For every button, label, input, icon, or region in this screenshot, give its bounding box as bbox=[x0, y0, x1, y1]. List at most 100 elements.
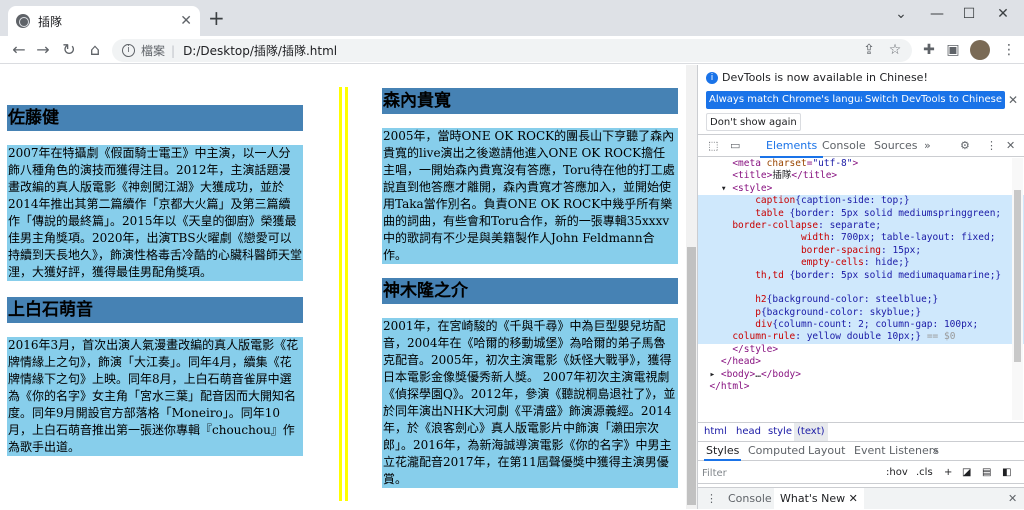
code-line[interactable]: h2{background-color: steelblue;} bbox=[698, 294, 1024, 307]
css-declaration: {background-color: steelblue;} bbox=[766, 294, 939, 306]
avatar[interactable] bbox=[970, 40, 990, 60]
device-icon[interactable]: ▭ bbox=[730, 135, 740, 157]
code-attr-value: "utf-8" bbox=[812, 158, 853, 169]
puzzle-icon[interactable]: ✚ bbox=[918, 40, 940, 60]
css-selector: width bbox=[800, 232, 830, 244]
browser-tab[interactable]: 插隊 ✕ bbox=[8, 6, 200, 36]
crumb-html[interactable]: html bbox=[704, 423, 727, 441]
code-line[interactable]: border-spacing: 15px; bbox=[698, 244, 1024, 258]
close-window-icon[interactable]: ✕ bbox=[988, 4, 1018, 24]
tab-event-listeners[interactable]: Event Listeners bbox=[854, 442, 939, 460]
code-tag: <meta bbox=[732, 158, 767, 169]
close-icon[interactable]: ✕ bbox=[1008, 93, 1018, 107]
tab-console[interactable]: Console bbox=[822, 135, 866, 157]
code-line[interactable]: width: 700px; table-layout: fixed; bbox=[698, 232, 1024, 245]
sidepanel-icon[interactable]: ▣ bbox=[942, 40, 964, 60]
code-line[interactable]: table {border: 5px solid mediumspringgre… bbox=[698, 207, 1024, 220]
scrollbar-thumb[interactable] bbox=[687, 247, 696, 505]
info-icon[interactable]: i bbox=[122, 44, 135, 57]
scrollbar-thumb[interactable] bbox=[1014, 190, 1021, 362]
kebab-icon[interactable]: ⋮ bbox=[706, 488, 717, 510]
match-language-button[interactable]: Always match Chrome's language bbox=[706, 91, 882, 109]
css-selector: column-rule bbox=[732, 331, 796, 343]
tab-sources[interactable]: Sources bbox=[874, 135, 918, 157]
paint-icon[interactable]: ◪ bbox=[962, 465, 971, 481]
minimize-icon[interactable]: — bbox=[922, 4, 952, 24]
dont-show-button[interactable]: Don't show again bbox=[706, 113, 801, 131]
address-url: D:/Desktop/插隊/插隊.html bbox=[183, 44, 338, 58]
crumb-head[interactable]: head bbox=[736, 423, 761, 441]
code-line[interactable]: ▸ <body>…</body> bbox=[698, 369, 1024, 381]
code-line[interactable]: <meta charset="utf-8"> bbox=[698, 158, 1024, 170]
tab-computed[interactable]: Computed bbox=[748, 442, 805, 460]
right-column: 森內貴寬 2005年，當時ONE OK ROCK的團長山下亨聽了森內貴寬的liv… bbox=[382, 88, 678, 488]
person-paragraph: 2016年3月，首次出演人氣漫畫改編的真人版電影《花牌情緣上之句》，飾演「大江奏… bbox=[7, 337, 303, 456]
elements-tree[interactable]: <meta charset="utf-8"> <title>插隊</title>… bbox=[698, 158, 1024, 420]
crumb-style[interactable]: style bbox=[768, 423, 792, 441]
code-line[interactable]: p{background-color: skyblue;} bbox=[698, 306, 1024, 320]
tab-more[interactable]: » bbox=[924, 135, 931, 157]
close-icon[interactable]: ✕ bbox=[180, 13, 192, 29]
close-icon[interactable]: ✕ bbox=[1008, 488, 1017, 510]
elements-scrollbar[interactable] bbox=[1012, 158, 1023, 420]
computed-toggle-icon[interactable]: ▤ bbox=[982, 465, 991, 481]
close-icon[interactable]: ✕ bbox=[1006, 135, 1015, 157]
code-line[interactable]: div{column-count: 2; column-gap: 100px; bbox=[698, 319, 1024, 332]
tab-elements[interactable]: Elements bbox=[759, 135, 824, 158]
address-label: 檔案 bbox=[141, 44, 166, 58]
home-icon[interactable]: ⌂ bbox=[84, 39, 106, 61]
switch-chinese-button[interactable]: Switch DevTools to Chinese bbox=[862, 91, 1005, 109]
code-line[interactable]: ▾ <style> bbox=[698, 183, 1024, 195]
close-icon[interactable]: ✕ bbox=[849, 492, 858, 505]
share-icon[interactable]: ⇪ bbox=[858, 40, 880, 60]
code-line[interactable]: empty-cells: hide;} bbox=[698, 257, 1024, 270]
css-declaration: : separate; bbox=[818, 219, 882, 231]
reload-icon[interactable]: ↻ bbox=[58, 39, 80, 61]
code-line[interactable]: </html> bbox=[698, 381, 1024, 393]
css-selector: border-spacing bbox=[800, 244, 882, 256]
css-selector: th,td bbox=[755, 269, 784, 281]
sidebar-toggle-icon[interactable]: ◧ bbox=[1002, 465, 1011, 481]
address-separator: | bbox=[171, 43, 176, 58]
code-line[interactable]: </style> bbox=[698, 344, 1024, 356]
new-tab-button[interactable]: + bbox=[208, 8, 225, 28]
filter-input[interactable] bbox=[702, 465, 872, 481]
drawer-tab-console[interactable]: Console bbox=[728, 488, 772, 510]
person-heading: 神木隆之介 bbox=[382, 278, 678, 304]
back-icon[interactable]: ← bbox=[8, 39, 30, 61]
kebab-icon[interactable]: ⋮ bbox=[986, 135, 997, 157]
star-icon[interactable]: ☆ bbox=[884, 40, 906, 60]
page-content: 佐藤健 2007年在特攝劇《假面騎士電王》中主演，以一人分飾八種角色的演技而獲得… bbox=[0, 65, 686, 509]
hov-toggle[interactable]: :hov bbox=[886, 465, 908, 481]
cls-toggle[interactable]: .cls bbox=[916, 465, 933, 481]
code-line[interactable]: column-rule: yellow double 10px;} == $0 bbox=[698, 331, 1024, 344]
tab-more[interactable]: » bbox=[932, 442, 939, 460]
chevron-down-icon[interactable]: ⌄ bbox=[886, 4, 916, 24]
address-bar[interactable]: i 檔案 | D:/Desktop/插隊/插隊.html bbox=[112, 39, 912, 62]
code-line[interactable]: <title>插隊</title> bbox=[698, 170, 1024, 182]
tab-styles[interactable]: Styles bbox=[703, 442, 742, 461]
page-scrollbar[interactable] bbox=[686, 65, 697, 509]
tab-layout[interactable]: Layout bbox=[808, 442, 845, 460]
css-selector: div bbox=[755, 319, 773, 331]
forward-icon[interactable]: → bbox=[32, 39, 54, 61]
maximize-icon[interactable]: ☐ bbox=[954, 4, 984, 24]
code-line[interactable]: border-collapse: separate; bbox=[698, 219, 1024, 233]
crumb-text[interactable]: (text) bbox=[794, 423, 828, 441]
code-line[interactable]: th,td {border: 5px solid mediumaquamarin… bbox=[698, 269, 1024, 282]
add-rule-icon[interactable]: + bbox=[944, 465, 952, 481]
code-line[interactable] bbox=[698, 281, 1024, 295]
inspect-icon[interactable]: ⬚ bbox=[708, 135, 718, 157]
drawer-tabs: ⋮ Console What's New ✕ ✕ bbox=[698, 487, 1024, 510]
code-line[interactable]: </head> bbox=[698, 356, 1024, 368]
drawer-tab-whats-new[interactable]: What's New ✕ bbox=[774, 488, 864, 510]
code-line[interactable]: caption{caption-side: top;} bbox=[698, 195, 1024, 208]
menu-icon[interactable]: ⋮ bbox=[998, 40, 1020, 60]
gear-icon[interactable]: ⚙ bbox=[960, 135, 970, 157]
